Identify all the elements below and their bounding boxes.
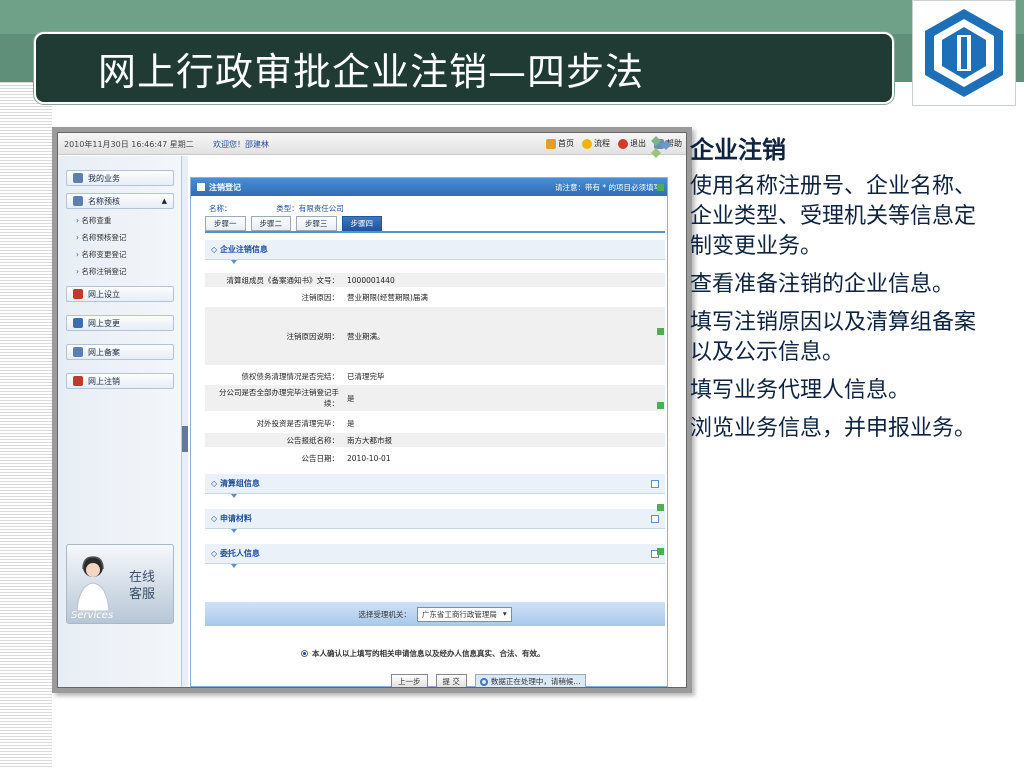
online-service[interactable]: 在线客服 Services xyxy=(66,544,174,624)
expand-icon[interactable] xyxy=(651,480,659,488)
home-icon xyxy=(546,138,556,149)
green-square-icon xyxy=(657,402,664,409)
panel-title: 注销登记 xyxy=(209,182,241,192)
flow-link[interactable]: 流程 xyxy=(582,138,610,149)
bullet-heading: 企业注销 xyxy=(690,136,786,164)
confirm-radio[interactable] xyxy=(301,650,308,657)
flag-icon xyxy=(73,289,83,299)
submenu-item[interactable]: 名称查重 xyxy=(76,212,126,229)
checkbox-icon xyxy=(197,183,205,191)
welcome-user[interactable]: 欢迎您！邵建林 xyxy=(213,139,269,150)
sidebar-splitter[interactable] xyxy=(182,156,188,687)
form-row: 分公司是否全部办理完毕注销登记手续：是 xyxy=(205,385,665,411)
diamond-decoration-icon xyxy=(651,136,671,158)
user-icon xyxy=(73,347,83,357)
form-row: 对外投资是否清理完毕：是 xyxy=(256,418,355,428)
authority-label: 选择受理机关： xyxy=(358,609,411,619)
submenu-item[interactable]: 名称预核登记 xyxy=(76,229,126,246)
authority-select[interactable]: 广东省工商行政管理局 ▾ xyxy=(416,606,512,622)
company-meta: 名称： 类型：有限责任公司 xyxy=(209,203,344,214)
green-square-icon xyxy=(657,504,664,511)
slide-title: 网上行政审批企业注销—四步法 xyxy=(98,49,645,94)
name-label: 名称： xyxy=(209,204,232,213)
sidebar-item-online-setup[interactable]: 网上设立 xyxy=(66,286,174,302)
service-line1: 在线 xyxy=(129,570,156,585)
agent-avatar-icon xyxy=(76,556,110,611)
form-row: 注销原因说明： 营业期满。 xyxy=(205,307,665,365)
type-label: 类型：有限责任公司 xyxy=(276,204,344,213)
sidebar-item-online-record[interactable]: 网上备案 xyxy=(66,344,174,360)
expand-icon[interactable] xyxy=(651,515,659,523)
form-row: 债权债务清理情况是否完结： 已清理完毕 xyxy=(241,371,385,381)
sidebar-item-online-cancel[interactable]: 网上注销 xyxy=(66,373,174,389)
sidebar-item-name-precheck[interactable]: 名称预核 ▲ xyxy=(66,193,174,209)
prev-step-button[interactable]: 上一步 xyxy=(391,674,428,687)
panel-header: 注销登记 请注意：带有 * 的项目必须填写 xyxy=(191,178,667,196)
tab-step-1[interactable]: 步骤一 xyxy=(205,216,246,231)
green-square-icon xyxy=(657,328,664,335)
section-materials[interactable]: ◇ 申请材料 xyxy=(205,509,665,533)
left-stripe-decoration xyxy=(0,82,52,768)
form-row: 公告日期： 2010-10-01 xyxy=(301,453,391,463)
bullet-item: 填写业务代理人信息。 xyxy=(690,378,911,403)
section-enterprise-cancel[interactable]: ◇ 企业注销信息 xyxy=(205,240,665,264)
user-icon xyxy=(73,196,83,206)
title-box: 网上行政审批企业注销—四步法 xyxy=(34,32,894,104)
bullet-item: 使用名称注册号、企业名称、企业类型、受理机关等信息定制变更业务。 xyxy=(690,174,977,259)
datetime: 2010年11月30日 16:46:47 星期二 xyxy=(64,140,194,149)
service-line2: 客服 xyxy=(129,587,156,602)
bullet-text: 企业注销 使用名称注册号、企业名称、企业类型、受理机关等信息定制变更业务。 查看… xyxy=(690,134,980,452)
form-row: 清算组成员《备案通知书》文号： 1000001440 xyxy=(205,273,665,287)
submenu-item[interactable]: 名称变更登记 xyxy=(76,246,126,263)
processing-status: 数据正在处理中，请稍候... xyxy=(474,674,586,687)
bullet-item: 填写注销原因以及清算组备案以及公示信息。 xyxy=(690,310,977,365)
required-note: 请注意：带有 * 的项目必须填写 xyxy=(554,182,661,192)
service-label: Services xyxy=(71,610,114,621)
main-panel: 注销登记 请注意：带有 * 的项目必须填写 名称： 类型：有限责任公司 步骤一 … xyxy=(190,177,668,687)
sidebar: 我的业务 名称预核▲ 名称查重 名称预核登记 名称变更登记 名称注销登记 网上设… xyxy=(58,156,182,687)
green-square-icon xyxy=(657,548,664,555)
sidebar-item-online-change[interactable]: 网上变更 xyxy=(66,315,174,331)
chevron-down-icon: ▾ xyxy=(502,608,507,618)
form-row: 公告报纸名称： 南方大都市报 xyxy=(205,433,665,447)
step-tabs: 步骤一 步骤二 步骤三 步骤四 xyxy=(205,216,382,231)
cross-icon xyxy=(73,376,83,386)
form-row: 注销原因： 营业期限(经营期限)届满 xyxy=(301,292,428,302)
tab-step-2[interactable]: 步骤二 xyxy=(250,216,291,231)
slide: 网上行政审批企业注销—四步法 2010年11月30日 16:46:47 星期二 … xyxy=(0,0,1024,768)
green-square-icon xyxy=(657,184,664,191)
section-agent[interactable]: ◇ 委托人信息 xyxy=(205,544,665,568)
checkbox-icon xyxy=(73,318,83,328)
tab-step-3[interactable]: 步骤三 xyxy=(296,216,337,231)
app-screenshot: 2010年11月30日 16:46:47 星期二 欢迎您！邵建林 首页 流程 退… xyxy=(52,127,692,693)
spinner-icon xyxy=(479,677,488,686)
confirm-statement[interactable]: 本人确认以上填写的相关申请信息以及经办人信息真实、合法、有效。 xyxy=(301,648,545,659)
section-liquidation[interactable]: ◇ 清算组信息 xyxy=(205,474,665,498)
sidebar-item-my-business[interactable]: 我的业务 xyxy=(66,170,174,186)
bullet-item: 查看准备注销的企业信息。 xyxy=(690,272,955,297)
company-logo-icon xyxy=(925,9,1003,97)
logout-link[interactable]: 退出 xyxy=(618,138,646,149)
authority-select-bar: 选择受理机关： 广东省工商行政管理局 ▾ xyxy=(205,602,665,626)
home-link[interactable]: 首页 xyxy=(546,138,574,149)
user-icon xyxy=(73,173,83,183)
info-icon xyxy=(582,138,592,149)
app-topbar: 2010年11月30日 16:46:47 星期二 欢迎您！邵建林 首页 流程 退… xyxy=(58,133,686,155)
action-buttons: 上一步 提 交 数据正在处理中，请稍候... xyxy=(391,674,586,687)
logo xyxy=(912,0,1016,106)
submenu-item[interactable]: 名称注销登记 xyxy=(76,263,126,280)
sidebar-submenu: 名称查重 名称预核登记 名称变更登记 名称注销登记 xyxy=(76,212,126,280)
tab-step-4[interactable]: 步骤四 xyxy=(341,216,382,231)
close-icon xyxy=(618,138,628,149)
submit-button[interactable]: 提 交 xyxy=(435,674,467,687)
bullet-item: 浏览业务信息，并申报业务。 xyxy=(690,416,977,441)
